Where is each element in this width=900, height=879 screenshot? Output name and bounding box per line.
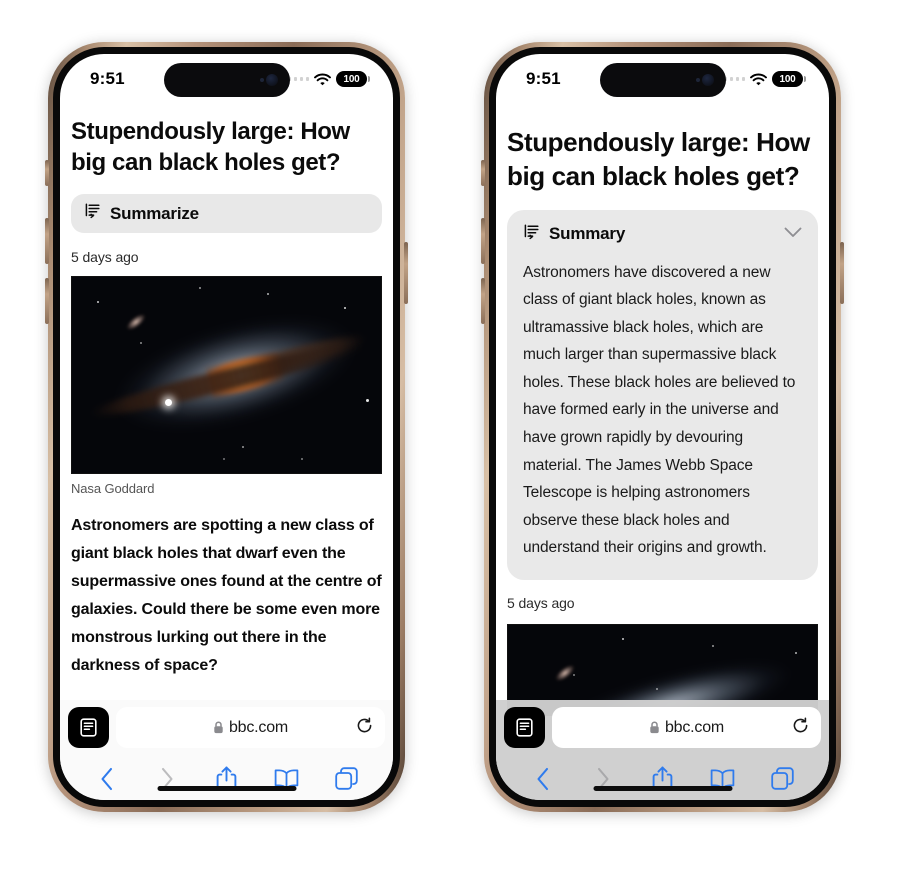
silence-switch[interactable] bbox=[481, 160, 485, 186]
article-page-left: Stupendously large: How big can black ho… bbox=[60, 104, 393, 680]
battery-icon: 100 bbox=[336, 71, 370, 87]
article-page-right: Stupendously large: How big can black ho… bbox=[496, 104, 829, 716]
dynamic-island bbox=[599, 63, 726, 97]
phone-left: 9:51 100 Stupendously large: How big can… bbox=[45, 42, 408, 812]
address-bar[interactable]: bbc.com bbox=[552, 707, 821, 748]
phone-right-screen: 9:51 100 Stupendously large: How big can… bbox=[496, 54, 829, 800]
article-body: Astronomers are spotting a new class of … bbox=[71, 517, 382, 674]
cellular-signal-icon bbox=[287, 77, 309, 81]
reader-mode-icon bbox=[80, 718, 97, 737]
nav-row bbox=[68, 748, 385, 800]
page-title: Stupendously large: How big can black ho… bbox=[71, 118, 350, 177]
status-indicators: 100 bbox=[723, 71, 806, 87]
browser-toolbar-right: bbc.com bbox=[496, 700, 829, 800]
article-timestamp: 5 days ago bbox=[71, 249, 139, 266]
status-time: 9:51 bbox=[90, 69, 125, 88]
dynamic-island bbox=[163, 63, 290, 97]
tabs-button[interactable] bbox=[324, 762, 368, 796]
status-indicators: 100 bbox=[287, 71, 370, 87]
browser-toolbar-left: bbc.com bbox=[60, 700, 393, 800]
reader-mode-icon bbox=[516, 718, 533, 737]
chevron-down-icon[interactable] bbox=[784, 225, 802, 243]
silence-switch[interactable] bbox=[45, 160, 49, 186]
url-row: bbc.com bbox=[504, 707, 821, 748]
battery-level: 100 bbox=[343, 73, 360, 85]
article-hero-image bbox=[71, 276, 382, 475]
summarize-button-label: Summarize bbox=[110, 203, 199, 223]
back-button[interactable] bbox=[85, 762, 129, 796]
tabs-button[interactable] bbox=[760, 762, 804, 796]
home-indicator[interactable] bbox=[593, 786, 732, 791]
home-indicator[interactable] bbox=[157, 786, 296, 791]
summarize-icon bbox=[523, 223, 541, 246]
foreground-star bbox=[164, 398, 172, 406]
page-title: Stupendously large: How big can black ho… bbox=[507, 127, 810, 191]
summarize-icon bbox=[84, 202, 102, 225]
status-bar-right: 9:51 100 bbox=[496, 54, 829, 104]
phone-left-bezel: 9:51 100 Stupendously large: How big can… bbox=[53, 47, 400, 807]
reader-mode-button[interactable] bbox=[504, 707, 545, 748]
address-bar[interactable]: bbc.com bbox=[116, 707, 385, 748]
phone-left-screen: 9:51 100 Stupendously large: How big can… bbox=[60, 54, 393, 800]
volume-up-button[interactable] bbox=[481, 218, 485, 264]
power-button[interactable] bbox=[404, 242, 408, 304]
article-timestamp: 5 days ago bbox=[507, 594, 575, 611]
power-button[interactable] bbox=[840, 242, 844, 304]
volume-down-button[interactable] bbox=[45, 278, 49, 324]
back-chevron-icon bbox=[537, 767, 549, 790]
lock-icon bbox=[649, 721, 660, 734]
summarize-button[interactable]: Summarize bbox=[71, 194, 382, 234]
wifi-icon bbox=[314, 73, 331, 86]
screenshot-canvas: 9:51 100 Stupendously large: How big can… bbox=[0, 0, 900, 879]
volume-up-button[interactable] bbox=[45, 218, 49, 264]
reader-mode-button[interactable] bbox=[68, 707, 109, 748]
address-bar-url: bbc.com bbox=[228, 718, 289, 736]
summary-card-text: Astronomers have discovered a new class … bbox=[523, 263, 796, 557]
cellular-signal-icon bbox=[723, 77, 745, 81]
summary-card: Summary Astronomers have discovered a ne… bbox=[507, 209, 818, 580]
back-chevron-icon bbox=[101, 767, 113, 790]
companion-galaxy bbox=[123, 310, 148, 333]
status-bar-left: 9:51 100 bbox=[60, 54, 393, 104]
wifi-icon bbox=[750, 73, 767, 86]
tabs-icon bbox=[334, 767, 358, 790]
status-time: 9:51 bbox=[526, 69, 561, 88]
battery-icon: 100 bbox=[772, 71, 806, 87]
reload-icon[interactable] bbox=[792, 717, 809, 739]
phone-right-bezel: 9:51 100 Stupendously large: How big can… bbox=[489, 47, 836, 807]
lock-icon bbox=[213, 721, 224, 734]
battery-level: 100 bbox=[779, 73, 796, 85]
companion-galaxy bbox=[553, 662, 578, 684]
nav-row bbox=[504, 748, 821, 800]
back-button[interactable] bbox=[521, 762, 565, 796]
image-caption: Nasa Goddard bbox=[71, 481, 155, 497]
summary-card-title: Summary bbox=[549, 224, 626, 244]
address-bar-url: bbc.com bbox=[664, 718, 725, 736]
url-row: bbc.com bbox=[68, 707, 385, 748]
phone-right: 9:51 100 Stupendously large: How big can… bbox=[481, 42, 844, 812]
front-camera-icon bbox=[701, 74, 714, 86]
volume-down-button[interactable] bbox=[481, 278, 485, 324]
tabs-icon bbox=[770, 767, 794, 790]
front-camera-icon bbox=[265, 74, 278, 86]
reload-icon[interactable] bbox=[356, 717, 373, 739]
summary-card-header[interactable]: Summary bbox=[523, 223, 802, 246]
